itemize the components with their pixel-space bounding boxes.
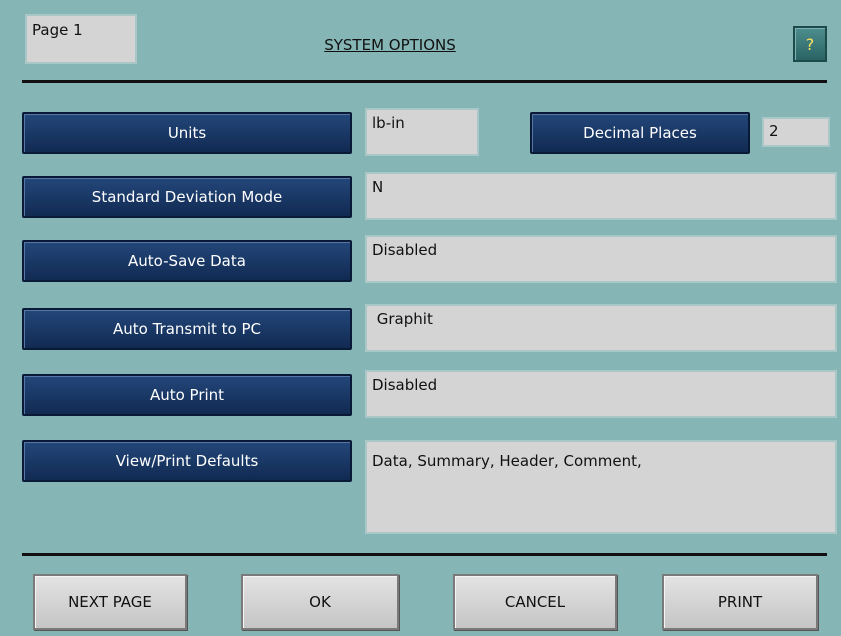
units-button-label: Units xyxy=(167,124,207,142)
decimal-places-button-label: Decimal Places xyxy=(583,124,697,142)
header-divider xyxy=(22,80,827,83)
decimal-places-field: 2 xyxy=(762,117,830,147)
ok-button-label: OK xyxy=(309,593,331,611)
next-page-button-label: NEXT PAGE xyxy=(68,593,152,611)
units-field: lb-in xyxy=(365,108,479,156)
auto-print-button[interactable]: Auto Print xyxy=(22,374,352,416)
cancel-button[interactable]: CANCEL xyxy=(453,574,617,630)
print-button-label: PRINT xyxy=(717,593,763,611)
view-print-defaults-button-label: View/Print Defaults xyxy=(115,452,259,470)
view-print-defaults-button[interactable]: View/Print Defaults xyxy=(22,440,352,482)
next-page-button[interactable]: NEXT PAGE xyxy=(33,574,187,630)
auto-save-button[interactable]: Auto-Save Data xyxy=(22,240,352,282)
std-dev-mode-button[interactable]: Standard Deviation Mode xyxy=(22,176,352,218)
std-dev-mode-field: N xyxy=(365,172,837,220)
auto-save-button-label: Auto-Save Data xyxy=(128,252,246,270)
auto-transmit-button-label: Auto Transmit to PC xyxy=(112,320,261,338)
auto-transmit-button[interactable]: Auto Transmit to PC xyxy=(22,308,352,350)
decimal-places-button[interactable]: Decimal Places xyxy=(530,112,750,154)
footer-divider xyxy=(22,553,827,556)
auto-print-button-label: Auto Print xyxy=(149,386,225,404)
units-button[interactable]: Units xyxy=(22,112,352,154)
help-button[interactable]: ? xyxy=(793,26,827,62)
print-button[interactable]: PRINT xyxy=(662,574,818,630)
auto-transmit-field: Graphit xyxy=(365,304,837,352)
cancel-button-label: CANCEL xyxy=(504,593,566,611)
page-title: SYSTEM OPTIONS xyxy=(324,36,456,54)
view-print-defaults-field: Data, Summary, Header, Comment, xyxy=(365,440,837,534)
ok-button[interactable]: OK xyxy=(241,574,399,630)
help-icon: ? xyxy=(805,34,815,54)
std-dev-mode-button-label: Standard Deviation Mode xyxy=(91,188,283,206)
page-indicator: Page 1 xyxy=(25,14,137,64)
auto-save-field: Disabled xyxy=(365,235,837,283)
auto-print-field: Disabled xyxy=(365,370,837,418)
